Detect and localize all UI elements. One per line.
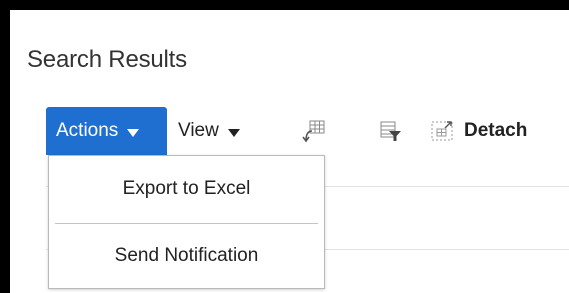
menu-item-label: Export to Excel [122,178,251,199]
detach-icon [430,119,456,143]
menu-item-export-to-excel[interactable]: Export to Excel [49,159,324,219]
menu-item-label: Send Notification [114,245,259,266]
view-label: View [178,120,219,141]
toolbar: Actions View Detach [46,107,569,155]
freeze-columns-icon[interactable] [301,119,327,143]
actions-menu-button[interactable]: Actions [46,107,167,155]
menu-item-send-notification[interactable]: Send Notification [49,226,324,286]
search-results-panel: Search Results Actions View Detach Expor… [10,10,569,293]
page-title: Search Results [27,46,187,73]
menu-separator [55,223,318,224]
chevron-down-icon [227,128,240,137]
chevron-down-icon [127,128,140,137]
actions-label: Actions [56,120,119,141]
detach-label: Detach [464,120,528,141]
detach-button[interactable]: Detach [430,107,527,155]
view-menu-button[interactable]: View [178,107,240,155]
query-by-example-icon[interactable] [378,119,404,143]
actions-dropdown-menu: Export to Excel Send Notification [48,155,325,289]
